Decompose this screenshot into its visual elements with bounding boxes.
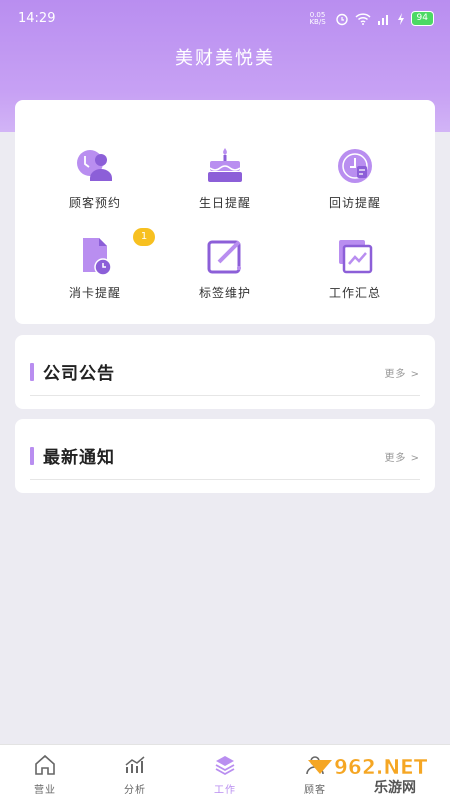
notification-badge: 1 <box>133 228 155 246</box>
watermark-graphic: 962.NET 乐游网 <box>308 755 428 796</box>
tab-business[interactable]: 营业 <box>0 745 90 800</box>
grid-item-work-summary[interactable]: 工作汇总 <box>285 236 425 316</box>
more-link[interactable]: 更多 > <box>384 365 420 380</box>
status-time: 14:29 <box>18 11 56 26</box>
grid-item-follow-up-reminder[interactable]: 回访提醒 <box>285 146 425 226</box>
watermark-text: 962.NET <box>334 755 428 779</box>
status-bar: 14:29 0.05 KB/S 94 <box>0 0 450 38</box>
grid-item-label: 标签维护 <box>198 286 251 300</box>
alarm-icon <box>335 13 348 25</box>
grid-item-label: 消卡提醒 <box>68 286 121 300</box>
section-title: 公司公告 <box>43 364 115 384</box>
wifi-icon <box>355 12 371 25</box>
network-speed: 0.05 KB/S <box>309 10 326 26</box>
grid-item-birthday-reminder[interactable]: 生日提醒 <box>155 146 295 226</box>
more-link[interactable]: 更多 > <box>384 449 420 464</box>
company-announcement-section: 公司公告 更多 > <box>15 335 435 409</box>
grid-item-card-consumption-reminder[interactable]: 1 消卡提醒 <box>25 228 165 316</box>
section-title: 最新通知 <box>43 448 115 468</box>
divider <box>30 395 420 396</box>
grid-item-tag-maintenance[interactable]: 标签维护 <box>155 236 295 316</box>
work-summary-icon <box>339 240 373 274</box>
latest-notice-section: 最新通知 更多 > <box>15 419 435 493</box>
tab-label: 营业 <box>34 785 56 796</box>
grid-item-label: 工作汇总 <box>328 286 381 300</box>
layers-icon <box>215 756 235 776</box>
divider <box>30 479 420 480</box>
grid-item-label: 生日提醒 <box>198 196 251 210</box>
app-title: 美财美悦美 <box>175 48 275 69</box>
tab-label: 分析 <box>124 785 146 796</box>
tab-work[interactable]: 工作 <box>180 745 270 800</box>
grid-item-label: 回访提醒 <box>328 196 381 210</box>
watermark-logo: 962.NET 乐游网 <box>304 752 444 796</box>
analytics-icon <box>125 756 145 773</box>
home-icon <box>35 754 55 775</box>
grid-item-label: 顾客预约 <box>68 196 121 210</box>
tag-edit-icon <box>207 240 241 274</box>
grid-item-customer-appointment[interactable]: 顾客预约 <box>25 146 165 226</box>
watermark-subtext: 乐游网 <box>374 779 416 796</box>
follow-up-clock-icon <box>338 149 372 183</box>
customer-appointment-icon <box>77 150 112 181</box>
section-accent-bar <box>30 363 34 381</box>
status-indicators: 0.05 KB/S 94 <box>307 11 434 26</box>
battery-level: 94 <box>410 11 434 26</box>
charging-icon <box>397 12 404 25</box>
signal-icon <box>377 14 388 25</box>
card-consumption-icon <box>83 238 112 276</box>
section-accent-bar <box>30 447 34 465</box>
feature-grid: 顾客预约 生日提醒 回访提醒 1 消卡提醒 标签维护 工作汇总 <box>15 100 435 324</box>
birthday-cake-icon <box>208 148 242 182</box>
tab-label: 工作 <box>214 785 236 796</box>
tab-analysis[interactable]: 分析 <box>90 745 180 800</box>
